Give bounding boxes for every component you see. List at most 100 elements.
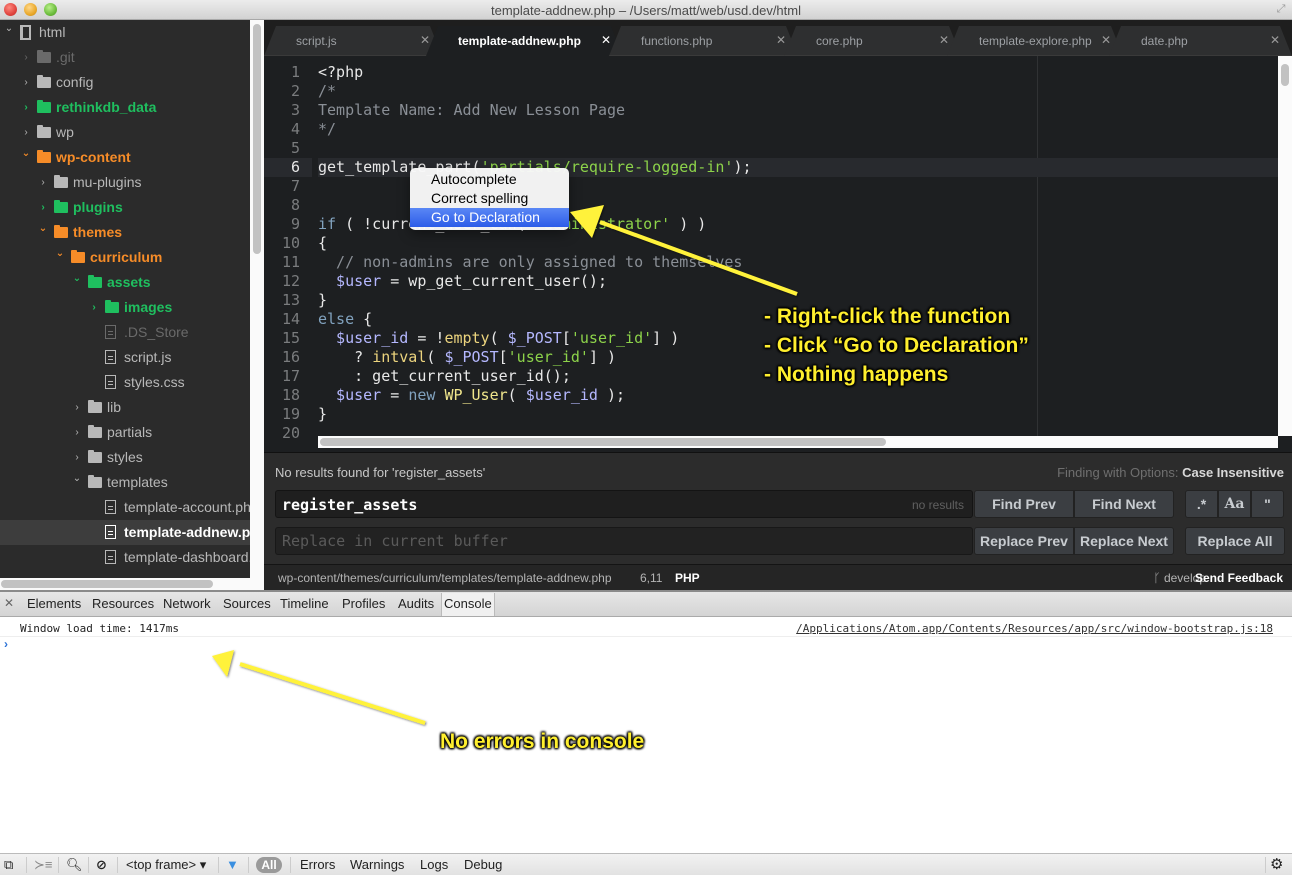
devtools-tab-resources[interactable]: Resources: [92, 596, 154, 611]
editor-tab[interactable]: functions.php ✕: [609, 26, 798, 56]
editor-vertical-scrollbar[interactable]: [1278, 56, 1292, 436]
close-tab-icon[interactable]: ✕: [601, 33, 611, 47]
editor-tab[interactable]: date.php ✕: [1109, 26, 1292, 56]
close-tab-icon[interactable]: ✕: [1270, 33, 1280, 47]
code-editor[interactable]: 1 2 3 4 5 6 7 8 9 10 11 12 13 14 15 16 17 18 19 20 <?php/* T…: [264, 56, 1292, 452]
find-query[interactable]: register_assets: [282, 496, 417, 514]
chevron-right-icon[interactable]: ›: [72, 395, 82, 420]
tree-item[interactable]: › lib: [0, 395, 250, 420]
tree-item[interactable]: ⌄ templates: [0, 470, 250, 495]
chevron-down-icon[interactable]: ⌄: [55, 241, 65, 266]
case-sensitive-toggle[interactable]: Aa: [1218, 490, 1251, 518]
console-prompt[interactable]: ›: [4, 637, 8, 651]
file-path[interactable]: wp-content/themes/curriculum/templates/t…: [278, 571, 612, 585]
find-next-button[interactable]: Find Next: [1074, 490, 1174, 518]
find-prev-button[interactable]: Find Prev: [974, 490, 1074, 518]
chevron-down-icon[interactable]: ⌄: [4, 20, 14, 41]
code-line[interactable]: {: [318, 234, 1278, 253]
console-panel[interactable]: Window load time: 1417ms /Applications/A…: [0, 617, 1292, 853]
devtools-tab-sources[interactable]: Sources: [223, 596, 271, 611]
scrollbar-thumb[interactable]: [320, 438, 886, 446]
scrollbar-thumb[interactable]: [253, 24, 261, 254]
editor-tab[interactable]: script.js ✕: [264, 26, 442, 56]
chevron-down-icon[interactable]: ⌄: [38, 216, 48, 241]
code-line[interactable]: */: [318, 120, 1278, 139]
replace-all-button[interactable]: Replace All: [1185, 527, 1285, 555]
cursor-position[interactable]: 6,11: [640, 571, 662, 585]
close-tab-icon[interactable]: ✕: [776, 33, 786, 47]
tree-item[interactable]: › wp: [0, 120, 250, 145]
grammar-selector[interactable]: PHP: [675, 571, 700, 585]
editor-tab[interactable]: template-explore.php ✕: [947, 26, 1123, 56]
code-line[interactable]: // non-admins are only assigned to thems…: [318, 253, 1278, 272]
code-line[interactable]: $user = wp_get_current_user();: [318, 272, 1278, 291]
replace-prev-button[interactable]: Replace Prev: [974, 527, 1074, 555]
search-icon[interactable]: 🔍︎: [66, 857, 83, 873]
tree-item[interactable]: .DS_Store: [0, 320, 250, 345]
console-message-source-link[interactable]: /Applications/Atom.app/Contents/Resource…: [796, 622, 1273, 635]
code-line[interactable]: <?php: [318, 63, 1278, 82]
frame-selector[interactable]: <top frame> ▾: [126, 857, 206, 873]
show-drawer-icon[interactable]: ≻≡: [34, 857, 52, 873]
tree-item[interactable]: › mu-plugins: [0, 170, 250, 195]
tree-item[interactable]: › .git: [0, 45, 250, 70]
chevron-down-icon[interactable]: ⌄: [72, 266, 82, 291]
close-tab-icon[interactable]: ✕: [420, 33, 430, 47]
code-line[interactable]: Template Name: Add New Lesson Page: [318, 101, 1278, 120]
dock-icon[interactable]: ⧉: [4, 857, 13, 873]
tree-item[interactable]: › styles: [0, 445, 250, 470]
tree-item[interactable]: › partials: [0, 420, 250, 445]
chevron-right-icon[interactable]: ›: [89, 295, 99, 320]
filter-icon[interactable]: ▼: [226, 857, 239, 872]
close-tab-icon[interactable]: ✕: [1101, 33, 1111, 47]
chevron-right-icon[interactable]: ›: [21, 95, 31, 120]
chevron-right-icon[interactable]: ›: [38, 170, 48, 195]
tree-item[interactable]: ⌄ curriculum: [0, 245, 250, 270]
chevron-down-icon[interactable]: ⌄: [21, 141, 31, 166]
chevron-right-icon[interactable]: ›: [72, 420, 82, 445]
tree-horizontal-scrollbar[interactable]: [0, 578, 264, 590]
tree-item[interactable]: script.js: [0, 345, 250, 370]
tree-item[interactable]: ⌄ assets: [0, 270, 250, 295]
replace-input[interactable]: [275, 527, 973, 555]
tree-item[interactable]: template-dashboard.php: [0, 545, 250, 570]
menu-item-autocomplete[interactable]: Autocomplete: [410, 170, 569, 189]
devtools-tab-profiles[interactable]: Profiles: [342, 596, 385, 611]
tree-item[interactable]: ⌄ themes: [0, 220, 250, 245]
tree-item[interactable]: › config: [0, 70, 250, 95]
tree-item[interactable]: ⌄ html: [0, 20, 250, 45]
menu-item-correct-spelling[interactable]: Correct spelling: [410, 189, 569, 208]
code-line[interactable]: /*: [318, 82, 1278, 101]
tree-item[interactable]: template-account.php: [0, 495, 250, 520]
menu-item-go-to-declaration[interactable]: Go to Declaration: [410, 208, 569, 227]
scrollbar-thumb[interactable]: [1, 580, 213, 588]
tree-vertical-scrollbar[interactable]: [250, 20, 264, 578]
editor-tab[interactable]: core.php ✕: [784, 26, 961, 56]
close-devtools-icon[interactable]: ✕: [4, 596, 14, 610]
devtools-tab-elements[interactable]: Elements: [27, 596, 81, 611]
tree-item[interactable]: › images: [0, 295, 250, 320]
clear-console-icon[interactable]: ⊘: [96, 857, 107, 873]
gear-icon[interactable]: ⚙: [1270, 855, 1283, 873]
filter-all[interactable]: All: [256, 857, 282, 873]
tree-item[interactable]: styles.css: [0, 370, 250, 395]
devtools-tab-audits[interactable]: Audits: [398, 596, 434, 611]
close-tab-icon[interactable]: ✕: [939, 33, 949, 47]
send-feedback-link[interactable]: Send Feedback: [1195, 571, 1283, 585]
find-input[interactable]: register_assets no results: [275, 490, 973, 518]
tree-item[interactable]: › rethinkdb_data: [0, 95, 250, 120]
fullscreen-icon[interactable]: ⤢: [1274, 2, 1288, 16]
code-line[interactable]: [318, 139, 1278, 158]
filter-errors[interactable]: Errors: [300, 857, 335, 872]
filter-logs[interactable]: Logs: [420, 857, 448, 872]
filter-debug[interactable]: Debug: [464, 857, 502, 872]
editor-tab[interactable]: template-addnew.php ✕: [426, 26, 623, 56]
code-line[interactable]: }: [318, 405, 1278, 424]
filter-warnings[interactable]: Warnings: [350, 857, 404, 872]
whole-word-toggle[interactable]: ": [1251, 490, 1284, 518]
chevron-right-icon[interactable]: ›: [21, 45, 31, 70]
chevron-right-icon[interactable]: ›: [21, 70, 31, 95]
replace-next-button[interactable]: Replace Next: [1074, 527, 1174, 555]
devtools-tab-console[interactable]: Console: [441, 593, 495, 616]
scrollbar-thumb[interactable]: [1281, 64, 1289, 86]
